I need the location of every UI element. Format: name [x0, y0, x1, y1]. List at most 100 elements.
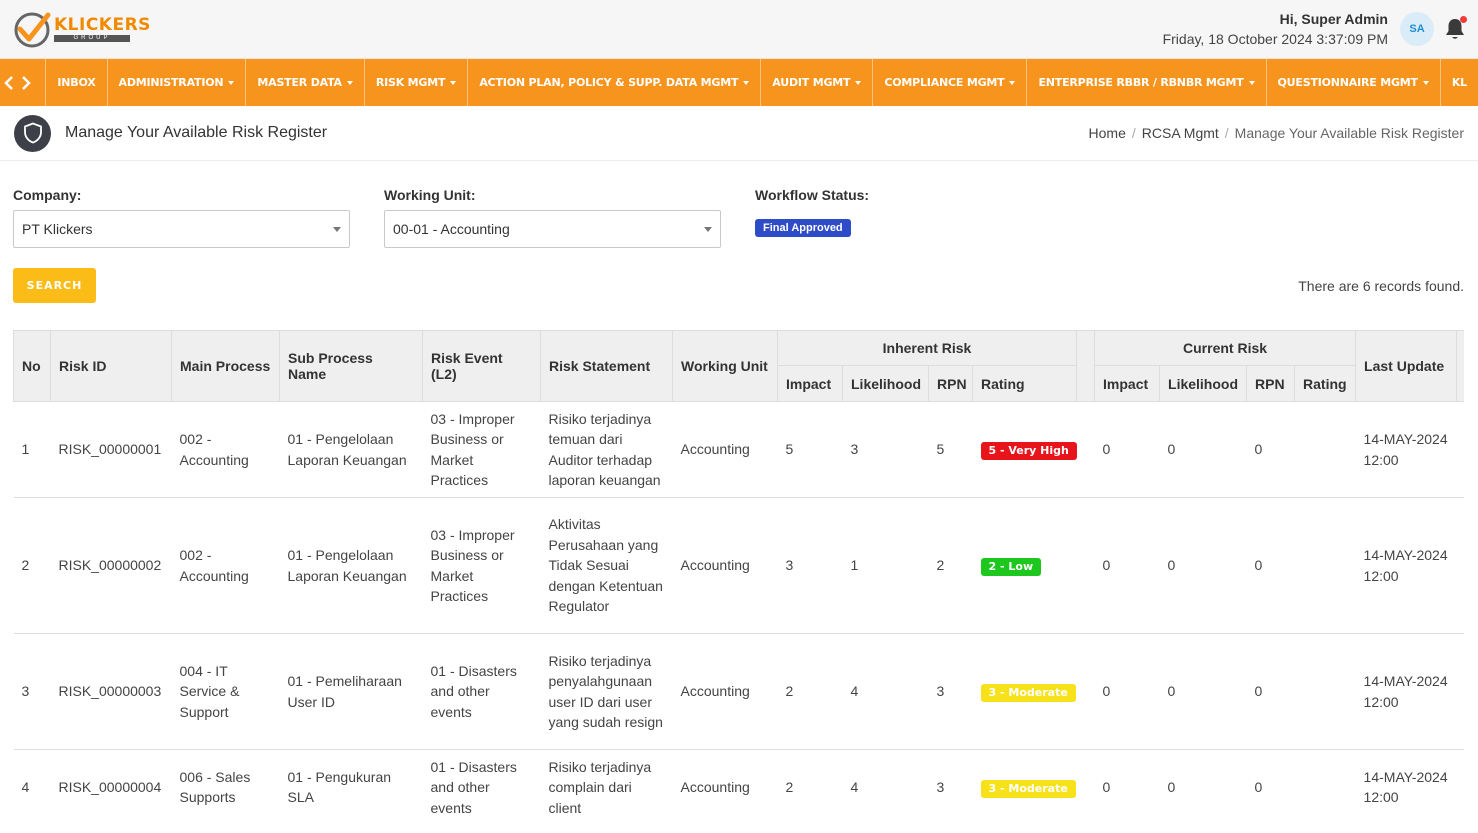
filter-panel: Company: PT Klickers Working Unit: 00-01…: [0, 161, 1478, 248]
nav-action-plan[interactable]: ACTION PLAN, POLICY & SUPP. DATA MGMT: [467, 59, 760, 106]
col-overflow: [1456, 330, 1464, 402]
col-spacer: [1076, 330, 1096, 402]
cell-spacer: [1076, 749, 1095, 825]
top-header: KLICKERS GROUP Hi, Super Admin Friday, 1…: [0, 0, 1478, 59]
nav-inbox[interactable]: INBOX: [45, 59, 106, 106]
main-nav: INBOX ADMINISTRATION MASTER DATA RISK MG…: [0, 59, 1478, 106]
search-button[interactable]: SEARCH: [13, 268, 96, 303]
cell-risk-event: 03 - Improper Business or Market Practic…: [422, 401, 541, 498]
cell-inherent-rating: 5 - Very High: [972, 401, 1077, 498]
table-row[interactable]: 3 RISK_00000003 004 - IT Service & Suppo…: [13, 633, 1464, 750]
notification-bell-icon[interactable]: [1444, 16, 1467, 41]
rating-badge: 2 - Low: [980, 558, 1042, 576]
working-unit-select[interactable]: 00-01 - Accounting: [384, 210, 721, 248]
avatar[interactable]: SA: [1400, 12, 1434, 46]
cell-inherent-rpn: 2: [928, 497, 973, 634]
cell-sub-process: 01 - Pengelolaan Laporan Keuangan: [279, 401, 423, 498]
cell-risk-statement: Risiko terjadinya complain dari client: [540, 749, 673, 825]
cell-spacer: [1076, 497, 1095, 634]
col-last-update[interactable]: Last Update: [1355, 330, 1458, 402]
table-row[interactable]: 1 RISK_00000001 002 - Accounting 01 - Pe…: [13, 401, 1464, 498]
caret-down-icon: [1009, 80, 1016, 85]
breadcrumb-home[interactable]: Home: [1089, 125, 1126, 141]
cell-risk-id[interactable]: RISK_00000003: [50, 633, 172, 750]
nav-administration[interactable]: ADMINISTRATION: [106, 59, 246, 106]
col-risk-id[interactable]: Risk ID: [50, 330, 172, 402]
cell-current-likelihood: 0: [1159, 497, 1247, 634]
cell-inherent-likelihood: 4: [842, 749, 929, 825]
cell-main-process: 006 - Sales Supports: [171, 749, 280, 825]
cell-last-update: 14-MAY-2024 12:00: [1355, 633, 1457, 750]
cell-risk-id[interactable]: RISK_00000004: [50, 749, 172, 825]
nav-audit-mgmt[interactable]: AUDIT MGMT: [760, 59, 872, 106]
cell-risk-event: 01 - Disasters and other events: [422, 749, 541, 825]
col-sub-process[interactable]: Sub Process Name: [279, 330, 423, 402]
col-main-process[interactable]: Main Process: [171, 330, 280, 402]
cell-last-update: 14-MAY-2024 12:00: [1355, 749, 1457, 825]
breadcrumb-rcsa-mgmt[interactable]: RCSA Mgmt: [1142, 125, 1219, 141]
nav-compliance-mgmt[interactable]: COMPLIANCE MGMT: [872, 59, 1026, 106]
cell-spacer: [1076, 633, 1095, 750]
cell-last-update: 14-MAY-2024 12:00: [1355, 497, 1457, 634]
nav-prev-button[interactable]: [0, 59, 17, 106]
cell-last-update: 14-MAY-2024 12:00: [1355, 401, 1457, 498]
cell-working-unit: Accounting: [672, 497, 778, 634]
cell-working-unit: Accounting: [672, 401, 778, 498]
cell-current-impact: 0: [1094, 749, 1160, 825]
cell-risk-statement: Aktivitas Perusahaan yang Tidak Sesuai d…: [540, 497, 673, 634]
cell-inherent-rpn: 3: [928, 633, 973, 750]
col-inherent-likelihood[interactable]: Likelihood: [842, 365, 929, 402]
table-row[interactable]: 2 RISK_00000002 002 - Accounting 01 - Pe…: [13, 497, 1464, 634]
col-current-rpn[interactable]: RPN: [1246, 365, 1296, 402]
cell-main-process: 002 - Accounting: [171, 401, 280, 498]
col-group-current-risk: Current Risk: [1094, 330, 1357, 366]
cell-inherent-likelihood: 1: [842, 497, 929, 634]
company-logo[interactable]: KLICKERS GROUP: [12, 9, 151, 49]
cell-current-rating: [1294, 497, 1356, 634]
nav-kl-truncated[interactable]: KL: [1439, 59, 1478, 106]
caret-down-icon: [1248, 80, 1255, 85]
nav-risk-mgmt[interactable]: RISK MGMT: [363, 59, 467, 106]
table-row[interactable]: 4 RISK_00000004 006 - Sales Supports 01 …: [13, 749, 1464, 825]
col-risk-statement[interactable]: Risk Statement: [540, 330, 673, 402]
cell-current-impact: 0: [1094, 633, 1160, 750]
cell-inherent-rating: 2 - Low: [972, 497, 1077, 634]
cell-risk-id[interactable]: RISK_00000001: [50, 401, 172, 498]
col-inherent-rpn[interactable]: RPN: [928, 365, 973, 402]
col-current-likelihood[interactable]: Likelihood: [1159, 365, 1248, 402]
cell-current-likelihood: 0: [1159, 401, 1247, 498]
col-inherent-impact[interactable]: Impact: [777, 365, 843, 402]
col-risk-event[interactable]: Risk Event (L2): [422, 330, 541, 402]
logo-mark-icon: [12, 9, 52, 49]
cell-sub-process: 01 - Pengukuran SLA: [279, 749, 423, 825]
cell-no: 3: [13, 633, 51, 750]
cell-sub-process: 01 - Pemeliharaan User ID: [279, 633, 423, 750]
company-select[interactable]: PT Klickers: [13, 210, 350, 248]
rating-badge: 3 - Moderate: [980, 684, 1076, 702]
rating-badge: 3 - Moderate: [980, 779, 1076, 798]
workflow-status-label: Workflow Status:: [755, 187, 870, 203]
records-count: There are 6 records found.: [1298, 277, 1464, 294]
cell-risk-id[interactable]: RISK_00000002: [50, 497, 172, 634]
cell-current-impact: 0: [1094, 497, 1160, 634]
cell-no: 1: [13, 401, 51, 498]
logo-subtitle: GROUP: [54, 35, 130, 42]
col-current-impact[interactable]: Impact: [1094, 365, 1161, 402]
cell-current-rating: [1294, 633, 1356, 750]
nav-questionnaire-mgmt[interactable]: QUESTIONNAIRE MGMT: [1265, 59, 1440, 106]
col-working-unit[interactable]: Working Unit: [672, 330, 778, 402]
cell-spacer: [1076, 401, 1095, 498]
col-current-rating[interactable]: Rating: [1294, 365, 1357, 402]
working-unit-label: Working Unit:: [384, 187, 476, 203]
user-greeting: Hi, Super Admin: [1279, 11, 1388, 27]
breadcrumb: Home / RCSA Mgmt / Manage Your Available Ris…: [1088, 125, 1464, 141]
cell-inherent-likelihood: 4: [842, 633, 929, 750]
col-inherent-rating[interactable]: Rating: [971, 365, 1078, 402]
nav-enterprise-rbbr[interactable]: ENTERPRISE RBBR / RBNBR MGMT: [1026, 59, 1265, 106]
nav-master-data[interactable]: MASTER DATA: [245, 59, 363, 106]
col-no[interactable]: No: [13, 330, 51, 402]
cell-current-likelihood: 0: [1159, 749, 1247, 825]
nav-next-button[interactable]: [17, 59, 34, 106]
page-title-bar: Manage Your Available Risk Register Home…: [0, 106, 1478, 161]
cell-main-process: 004 - IT Service & Support: [171, 633, 280, 750]
